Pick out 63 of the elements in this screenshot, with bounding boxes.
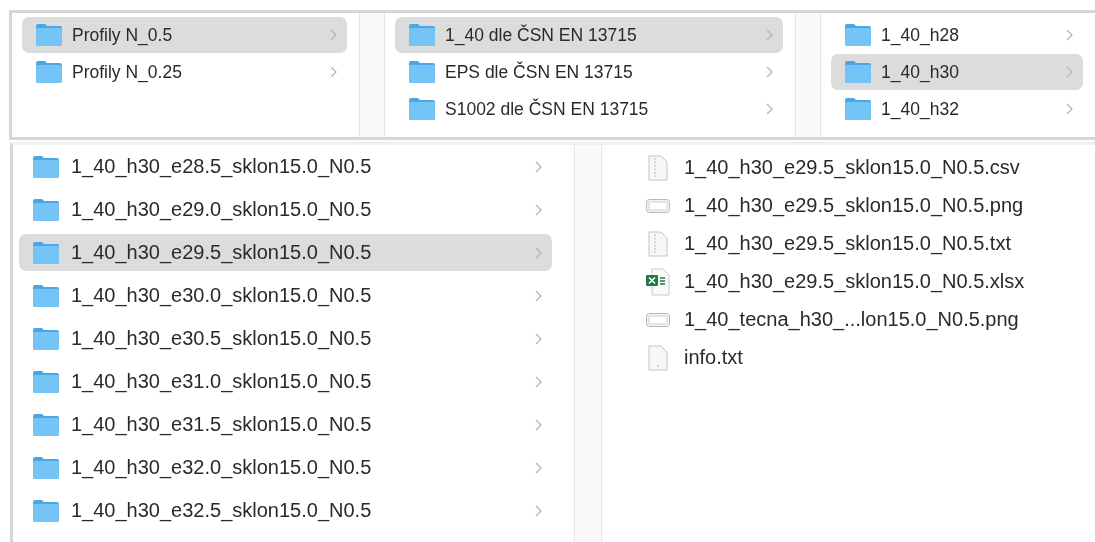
folder-item[interactable]: 1_40_h30_e30.0_sklon15.0_N0.5: [19, 277, 552, 314]
folder-icon: [31, 154, 61, 179]
chevron-icon: [535, 246, 542, 259]
folder-item[interactable]: EPS dle ČSN EN 13715: [395, 54, 783, 90]
document-icon: [648, 344, 668, 371]
file-name[interactable]: 1_40_h30_e29.5_sklon15.0_N0.5.png: [684, 194, 1024, 217]
folder-icon: [31, 455, 61, 480]
folder-icon: [31, 498, 61, 523]
document-icon: [648, 154, 668, 181]
folder-item[interactable]: 1_40_h30_e28.5_sklon15.0_N0.5: [19, 148, 552, 185]
chevron-icon: [535, 289, 542, 302]
folder-icon: [843, 23, 873, 47]
file-name[interactable]: 1_40_h30_e29.5_sklon15.0_N0.5.csv: [684, 156, 1020, 179]
folder-item[interactable]: Profily N_0.25: [22, 54, 347, 90]
folder-item[interactable]: 1_40_h28: [831, 17, 1083, 53]
folder-icon: [407, 60, 437, 84]
folder-icon: [843, 97, 873, 121]
folder-icon: [843, 60, 873, 84]
folder-item[interactable]: 1_40_h30_e29.0_sklon15.0_N0.5: [19, 191, 552, 228]
chevron-icon: [1066, 66, 1073, 78]
folder-icon: [31, 240, 61, 265]
document-icon: [648, 230, 668, 257]
chevron-icon: [766, 29, 773, 41]
chevron-icon: [535, 160, 542, 173]
folder-icon: [31, 197, 61, 222]
file-name[interactable]: 1_40_tecna_h30_...lon15.0_N0.5.png: [684, 308, 1019, 331]
folder-icon: [31, 412, 61, 437]
chevron-icon: [330, 29, 337, 41]
chevron-icon: [535, 461, 542, 474]
spreadsheet-file-icon: [646, 267, 670, 296]
file-name[interactable]: info.txt: [684, 346, 743, 369]
chevron-icon: [1066, 103, 1073, 115]
folder-item[interactable]: Profily N_0.5: [22, 17, 347, 53]
folder-item[interactable]: 1_40_h30_e31.5_sklon15.0_N0.5: [19, 406, 552, 443]
folder-icon: [34, 23, 64, 47]
folder-icon: [31, 369, 61, 394]
folder-item[interactable]: 1_40_h32: [831, 91, 1083, 127]
chevron-icon: [535, 504, 542, 517]
folder-item[interactable]: 1_40_h30_e32.0_sklon15.0_N0.5: [19, 449, 552, 486]
image-file-icon: [646, 312, 670, 327]
folder-icon: [34, 60, 64, 84]
chevron-icon: [535, 203, 542, 216]
folder-item[interactable]: S1002 dle ČSN EN 13715: [395, 91, 783, 127]
folder-icon: [407, 23, 437, 47]
chevron-icon: [535, 418, 542, 431]
chevron-icon: [1066, 29, 1073, 41]
folder-icon: [407, 97, 437, 121]
folder-item[interactable]: 1_40 dle ČSN EN 13715: [395, 17, 783, 53]
chevron-icon: [766, 103, 773, 115]
chevron-icon: [535, 332, 542, 345]
image-file-icon: [646, 198, 670, 213]
folder-item[interactable]: 1_40_h30: [831, 54, 1083, 90]
chevron-icon: [330, 66, 337, 78]
file-name[interactable]: 1_40_h30_e29.5_sklon15.0_N0.5.txt: [684, 232, 1011, 255]
folder-item[interactable]: 1_40_h30_e31.0_sklon15.0_N0.5: [19, 363, 552, 400]
folder-item[interactable]: 1_40_h30_e30.5_sklon15.0_N0.5: [19, 320, 552, 357]
folder-icon: [31, 283, 61, 308]
folder-item[interactable]: 1_40_h30_e29.5_sklon15.0_N0.5: [19, 234, 552, 271]
chevron-icon: [766, 66, 773, 78]
folder-item[interactable]: 1_40_h30_e32.5_sklon15.0_N0.5: [19, 492, 552, 529]
folder-icon: [31, 326, 61, 351]
file-name[interactable]: 1_40_h30_e29.5_sklon15.0_N0.5.xlsx: [684, 270, 1025, 293]
chevron-icon: [535, 375, 542, 388]
